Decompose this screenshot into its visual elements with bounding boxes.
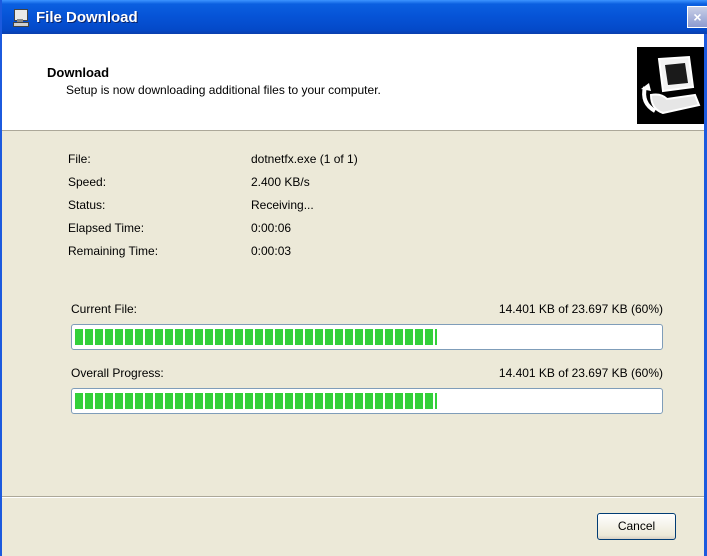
file-value: dotnetfx.exe (1 of 1) [251,152,358,166]
header-title: Download [47,65,110,80]
elapsed-time-label: Elapsed Time: [68,221,145,235]
remaining-time-label: Remaining Time: [68,244,159,258]
current-file-label: Current File: [71,302,138,316]
elapsed-time-value: 0:00:06 [251,221,292,235]
status-label: Status: [68,198,106,212]
window-title: File Download [36,8,138,26]
overall-progress-amount: 14.401 KB of 23.697 KB (60%) [498,366,663,380]
speed-label: Speed: [68,175,107,189]
footer-separator [2,496,707,498]
status-value: Receiving... [251,198,314,212]
close-button[interactable]: × [687,6,707,28]
overall-progress-fill [75,393,438,409]
current-file-amount: 14.401 KB of 23.697 KB (60%) [498,302,663,316]
speed-value: 2.400 KB/s [251,175,310,189]
title-bar[interactable]: File Download × [2,0,707,34]
current-file-progress-bar [71,324,663,350]
file-download-dialog: File Download × Download Setup is now do… [0,0,707,556]
computer-icon [12,8,30,27]
cancel-button[interactable]: Cancel [597,513,676,540]
download-computer-icon [637,47,707,124]
current-file-progress-fill [75,329,438,345]
header-subtitle: Setup is now downloading additional file… [66,83,381,97]
overall-progress-label: Overall Progress: [71,366,164,380]
header-panel: Download Setup is now downloading additi… [2,34,707,131]
overall-progress-bar [71,388,663,414]
remaining-time-value: 0:00:03 [251,244,292,258]
file-label: File: [68,152,91,166]
